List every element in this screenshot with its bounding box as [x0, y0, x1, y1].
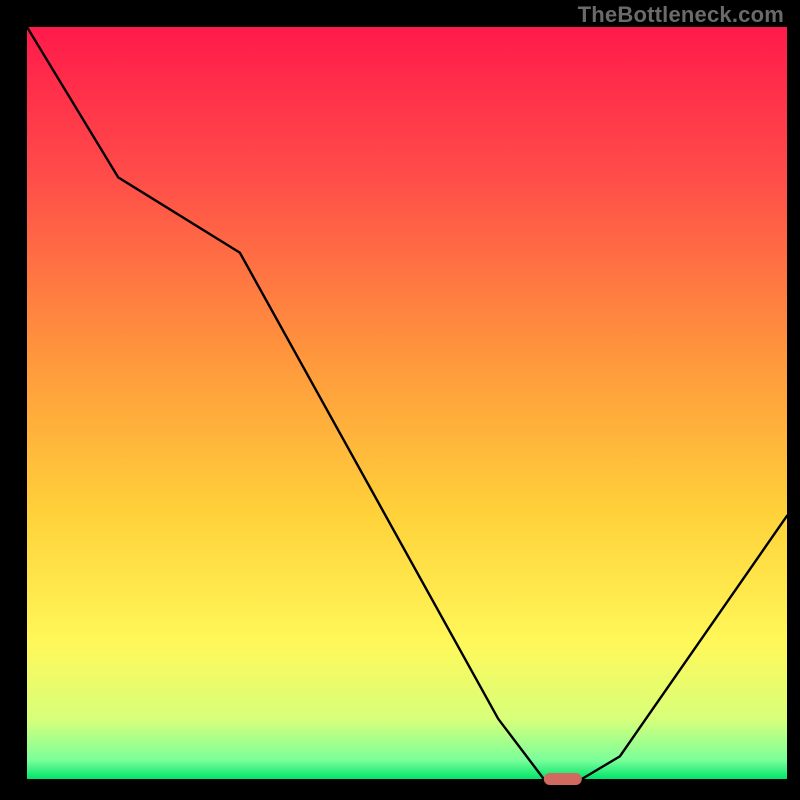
optimal-range-marker: [544, 773, 582, 785]
bottleneck-chart: [0, 0, 800, 800]
chart-frame: { "watermark": "TheBottleneck.com", "cha…: [0, 0, 800, 800]
watermark-text: TheBottleneck.com: [578, 2, 784, 28]
